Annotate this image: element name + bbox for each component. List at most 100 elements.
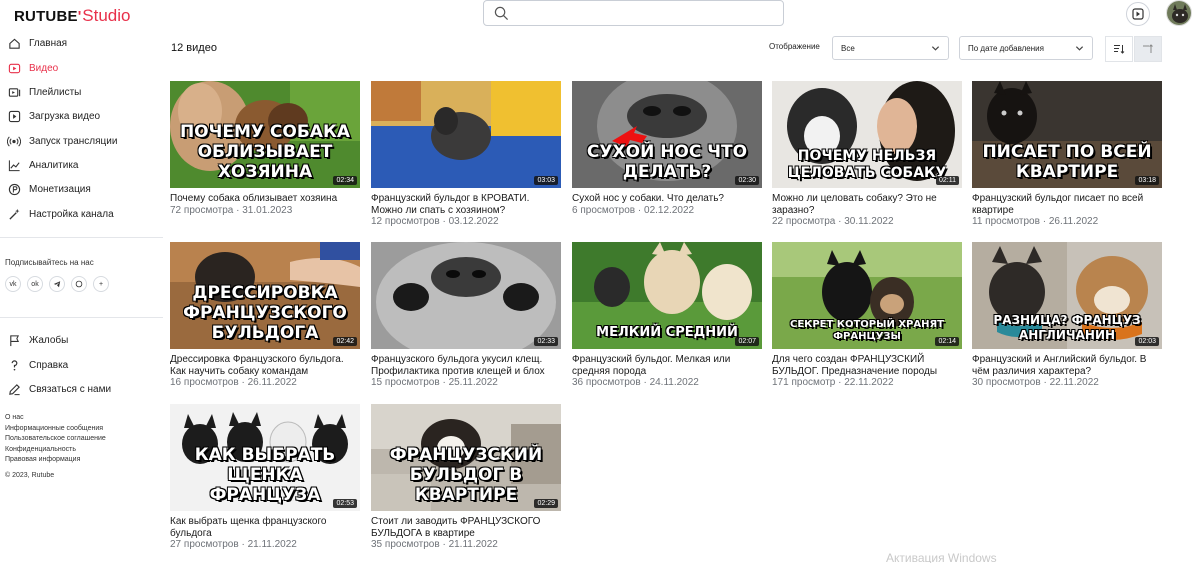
copyright: © 2023, Rutube xyxy=(5,472,55,479)
video-thumbnail[interactable]: ПИСАЕТ ПО ВСЕЙ КВАРТИРЕ 03:18 xyxy=(972,81,1162,188)
video-thumbnail[interactable]: ДРЕССИРОВКА ФРАНЦУЗСКОГО БУЛЬДОГА 02:42 xyxy=(170,242,360,349)
more-socials-icon[interactable]: + xyxy=(93,276,109,292)
playlist-icon xyxy=(7,85,21,99)
footer-links: О нас Информационные сообщения Пользоват… xyxy=(5,413,106,466)
help-icon xyxy=(7,358,21,372)
viber-icon[interactable] xyxy=(71,276,87,292)
sidebar-item-analytics[interactable]: Аналитика xyxy=(0,154,163,176)
ok-icon[interactable]: ok xyxy=(27,276,43,292)
video-title[interactable]: Французский и Английский бульдог. В чём … xyxy=(972,354,1162,377)
sort-descending-button[interactable] xyxy=(1105,36,1133,62)
video-title[interactable]: Дрессировка Французского бульдога. Как н… xyxy=(170,354,360,377)
sidebar-item-video[interactable]: Видео xyxy=(0,57,163,79)
video-card[interactable]: МЕЛКИЙ СРЕДНИЙ 02:07 Французский бульдог… xyxy=(572,242,762,389)
sidebar-item-channel-settings[interactable]: Настройка канала xyxy=(0,203,163,225)
video-title[interactable]: Французского бульдога укусил клещ. Профи… xyxy=(371,354,561,377)
sidebar-item-contact[interactable]: Связаться с нами xyxy=(0,378,163,400)
video-title[interactable]: Как выбрать щенка французского бульдога xyxy=(170,516,360,539)
video-card[interactable]: СЕКРЕТ КОТОРЫЙ ХРАНЯТ ФРАНЦУЗЫ 02:14 Для… xyxy=(772,242,962,389)
sidebar-item-help[interactable]: Справка xyxy=(0,354,163,376)
video-title[interactable]: Французский бульдог писает по всей кварт… xyxy=(972,193,1162,216)
sidebar-item-broadcast[interactable]: Запуск трансляции xyxy=(0,130,163,152)
telegram-icon[interactable] xyxy=(49,276,65,292)
video-meta: 72 просмотра · 31.01.2023 xyxy=(170,204,293,216)
sidebar-item-playlists[interactable]: Плейлисты xyxy=(0,81,163,103)
sidebar-item-label: Аналитика xyxy=(29,159,79,171)
view-filter-select[interactable]: Все xyxy=(832,36,949,60)
video-title[interactable]: Стоит ли заводить ФРАНЦУЗСКОГО БУЛЬДОГА … xyxy=(371,516,561,539)
video-card[interactable]: ПОЧЕМУ СОБАКА ОБЛИЗЫВАЕТ ХОЗЯИНА 02:34 П… xyxy=(170,81,360,217)
sidebar: Главная Видео Плейлисты Загрузка видео З… xyxy=(0,30,163,563)
footer-link-about[interactable]: О нас xyxy=(5,413,106,424)
flag-icon xyxy=(7,333,21,347)
video-meta: 171 просмотр · 22.11.2022 xyxy=(772,377,894,388)
video-thumbnail[interactable]: РАЗНИЦА? ФРАНЦУЗ АНГЛИЧАНИН 02:03 xyxy=(972,242,1162,349)
upload-date: 22.11.2022 xyxy=(1049,377,1099,388)
sort-ascending-icon xyxy=(1143,44,1153,53)
sidebar-item-label: Видео xyxy=(29,62,59,74)
video-title[interactable]: Сухой нос у собаки. Что делать? xyxy=(572,193,762,205)
thumbnail-caption: ПОЧЕМУ НЕЛЬЗЯ ЦЕЛОВАТЬ СОБАКУ xyxy=(787,148,947,181)
duration-badge: 02:14 xyxy=(935,337,959,346)
video-card[interactable]: СУХОЙ НОС ЧТО ДЕЛАТЬ? 02:30 Сухой нос у … xyxy=(572,81,762,217)
sidebar-item-label: Плейлисты xyxy=(29,86,82,98)
video-title[interactable]: Для чего создан ФРАНЦУЗСКИЙ БУЛЬДОГ. Пре… xyxy=(772,354,962,377)
vk-icon[interactable]: vk xyxy=(5,276,21,292)
video-thumbnail[interactable]: СУХОЙ НОС ЧТО ДЕЛАТЬ? 02:30 xyxy=(572,81,762,188)
duration-badge: 03:18 xyxy=(1135,176,1159,185)
video-thumbnail[interactable]: КАК ВЫБРАТЬ ЩЕНКА ФРАНЦУЗА 02:53 xyxy=(170,404,360,511)
video-card[interactable]: ПИСАЕТ ПО ВСЕЙ КВАРТИРЕ 03:18 Французски… xyxy=(972,81,1162,228)
sidebar-item-home[interactable]: Главная xyxy=(0,32,163,54)
video-thumbnail[interactable]: ПОЧЕМУ НЕЛЬЗЯ ЦЕЛОВАТЬ СОБАКУ 02:11 xyxy=(772,81,962,188)
upload-date: 21.11.2022 xyxy=(448,539,498,550)
sidebar-item-label: Настройка канала xyxy=(29,208,114,220)
video-title[interactable]: Французский бульдог в КРОВАТИ. Можно ли … xyxy=(371,193,561,216)
sort-ascending-button[interactable] xyxy=(1134,36,1162,62)
video-card[interactable]: 03:03 Французский бульдог в КРОВАТИ. Мож… xyxy=(371,81,561,228)
video-thumbnail[interactable]: МЕЛКИЙ СРЕДНИЙ 02:07 xyxy=(572,242,762,349)
upload-date: 24.11.2022 xyxy=(649,377,699,388)
view-count: 16 просмотров xyxy=(170,377,239,388)
video-title[interactable]: Почему собака облизывает хозяина xyxy=(170,193,360,205)
thumbnail-caption: ПОЧЕМУ СОБАКА ОБЛИЗЫВАЕТ ХОЗЯИНА xyxy=(179,122,351,182)
logo-studio-text: Studio xyxy=(82,6,131,25)
video-card[interactable]: ПОЧЕМУ НЕЛЬЗЯ ЦЕЛОВАТЬ СОБАКУ 02:11 Можн… xyxy=(772,81,962,228)
video-thumbnail[interactable]: ПОЧЕМУ СОБАКА ОБЛИЗЫВАЕТ ХОЗЯИНА 02:34 xyxy=(170,81,360,188)
sidebar-item-label: Загрузка видео xyxy=(29,110,101,122)
sidebar-item-monetization[interactable]: Монетизация xyxy=(0,178,163,200)
video-thumbnail[interactable]: 02:33 xyxy=(371,242,561,349)
video-meta: 30 просмотров · 22.11.2022 xyxy=(972,377,1099,388)
video-thumbnail[interactable]: СЕКРЕТ КОТОРЫЙ ХРАНЯТ ФРАНЦУЗЫ 02:14 xyxy=(772,242,962,349)
video-meta: 15 просмотров · 25.11.2022 xyxy=(371,377,498,388)
footer-link-legal[interactable]: Правовая информация xyxy=(5,455,106,466)
video-title[interactable]: Можно ли целовать собаку? Это не заразно… xyxy=(772,193,962,216)
video-thumbnail[interactable]: 03:03 xyxy=(371,81,561,188)
video-upload-icon xyxy=(1132,8,1144,20)
thumbnail-caption: ФРАНЦУЗСКИЙ БУЛЬДОГ В КВАРТИРЕ xyxy=(389,445,543,505)
sidebar-item-complaints[interactable]: Жалобы xyxy=(0,329,163,351)
avatar[interactable] xyxy=(1166,0,1192,26)
sidebar-item-upload[interactable]: Загрузка видео xyxy=(0,105,163,127)
footer-link-info[interactable]: Информационные сообщения xyxy=(5,424,106,435)
search-input[interactable] xyxy=(483,0,784,26)
chevron-down-icon xyxy=(931,46,940,51)
upload-date: 30.11.2022 xyxy=(844,216,894,227)
sort-select[interactable]: По дате добавления xyxy=(959,36,1093,60)
settings-wand-icon xyxy=(7,207,21,221)
upload-date: 26.11.2022 xyxy=(1048,216,1099,227)
video-card[interactable]: КАК ВЫБРАТЬ ЩЕНКА ФРАНЦУЗА 02:53 Как выб… xyxy=(170,404,360,551)
video-title[interactable]: Французский бульдог. Мелкая или средняя … xyxy=(572,354,762,377)
rutube-studio-logo[interactable]: RUTUBE ' Studio xyxy=(14,6,130,26)
duration-badge: 02:33 xyxy=(534,337,558,346)
view-count: 12 просмотров xyxy=(371,216,440,227)
video-card[interactable]: ДРЕССИРОВКА ФРАНЦУЗСКОГО БУЛЬДОГА 02:42 … xyxy=(170,242,360,389)
video-card[interactable]: РАЗНИЦА? ФРАНЦУЗ АНГЛИЧАНИН 02:03 Францу… xyxy=(972,242,1162,389)
search-icon xyxy=(494,6,509,21)
view-count: 6 просмотров xyxy=(572,204,636,216)
video-card[interactable]: ФРАНЦУЗСКИЙ БУЛЬДОГ В КВАРТИРЕ 02:29 Сто… xyxy=(371,404,561,551)
footer-link-agreement[interactable]: Пользовательское соглашение xyxy=(5,434,106,445)
footer-link-privacy[interactable]: Конфиденциальность xyxy=(5,445,106,456)
upload-video-button[interactable] xyxy=(1126,2,1150,26)
video-card[interactable]: 02:33 Французского бульдога укусил клещ.… xyxy=(371,242,561,389)
video-thumbnail[interactable]: ФРАНЦУЗСКИЙ БУЛЬДОГ В КВАРТИРЕ 02:29 xyxy=(371,404,561,511)
